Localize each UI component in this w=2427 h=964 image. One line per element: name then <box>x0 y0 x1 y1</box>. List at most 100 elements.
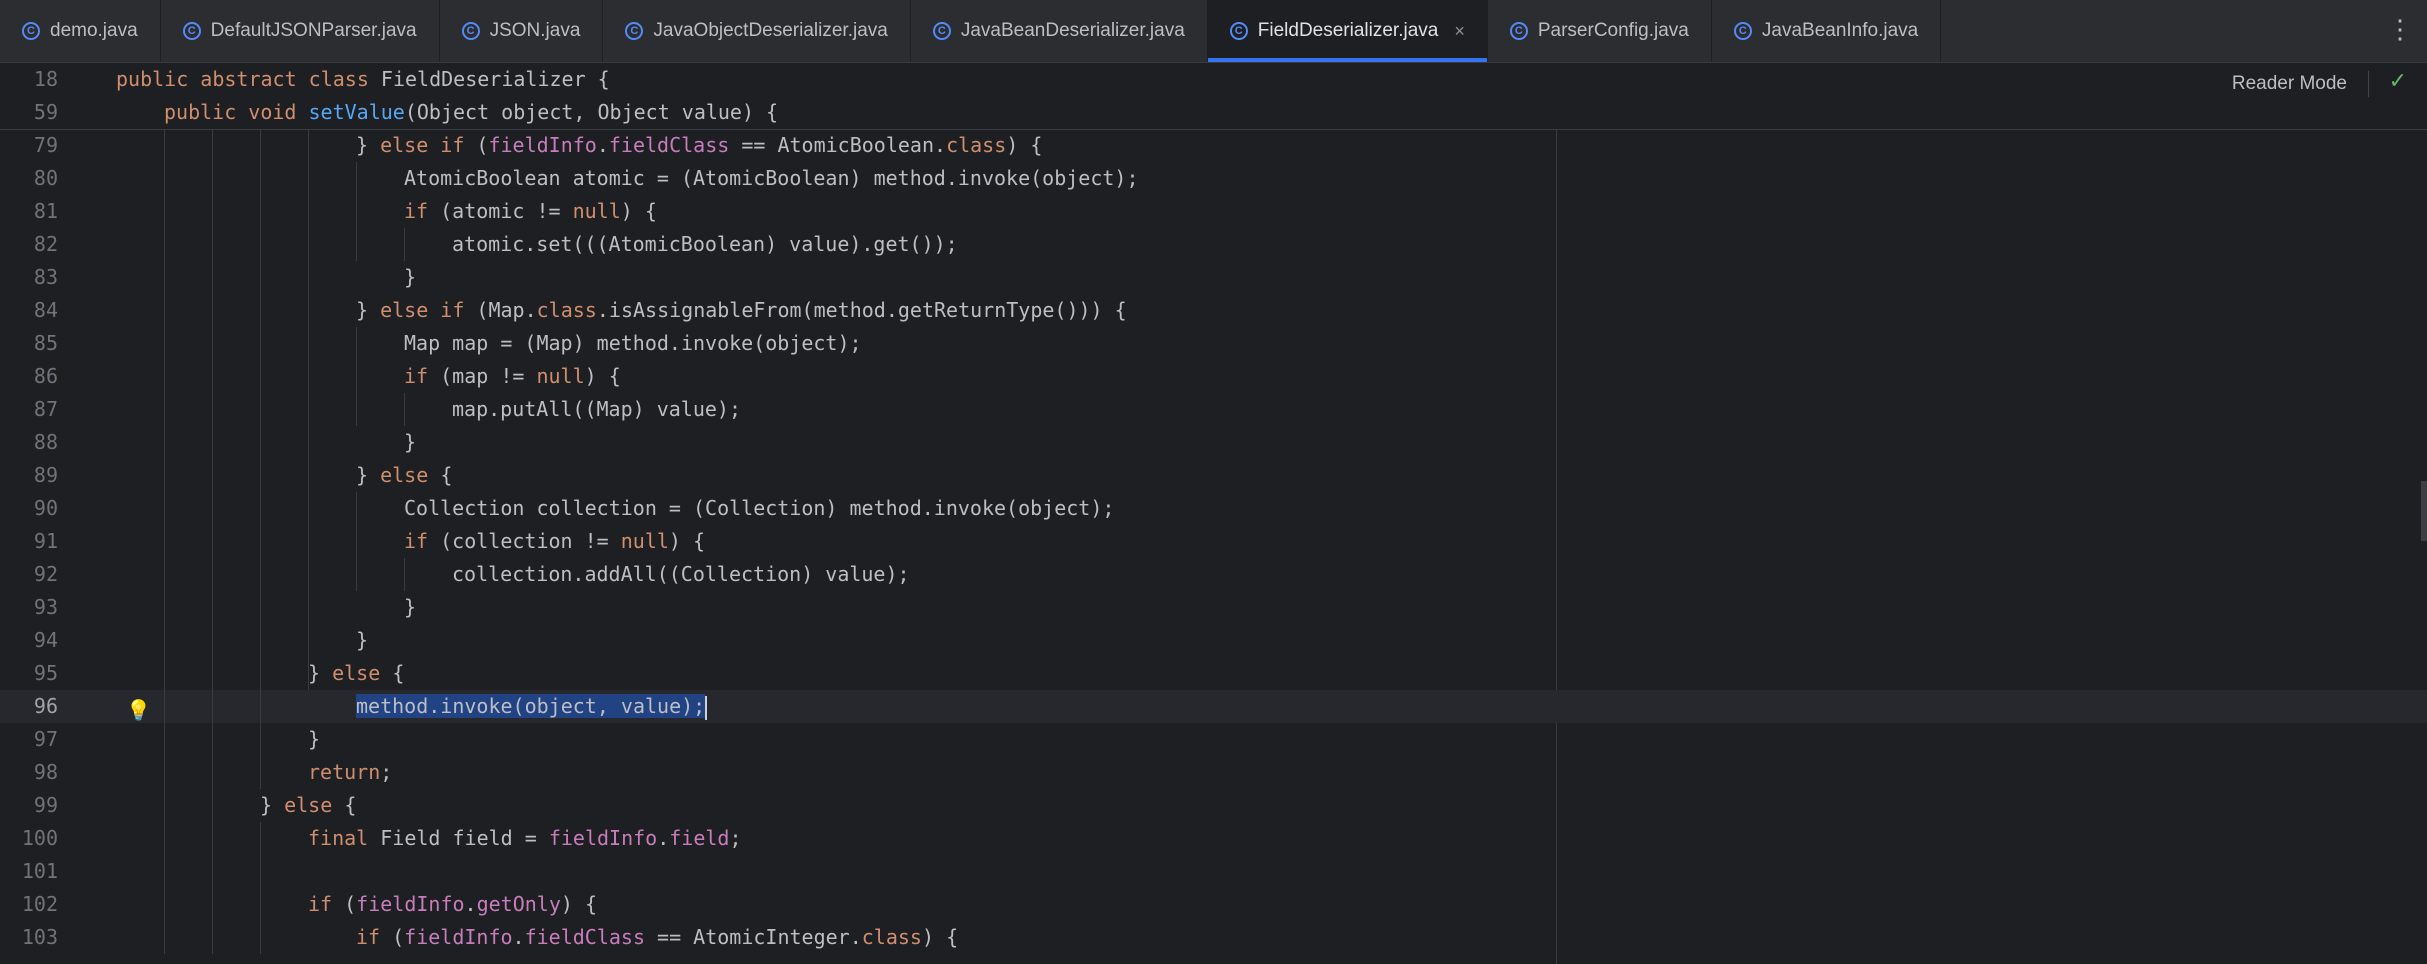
code-line[interactable]: 81 if (atomic != null) { <box>0 195 2427 228</box>
tab-overflow-menu-icon[interactable]: ⋮ <box>2387 14 2413 44</box>
line-number[interactable]: 91 <box>0 525 58 558</box>
line-number[interactable]: 101 <box>0 855 58 888</box>
tab-demo[interactable]: Cdemo.java <box>0 0 161 62</box>
code-text: if (map != null) { <box>404 360 621 393</box>
line-number[interactable]: 95 <box>0 657 58 690</box>
line-number[interactable]: 97 <box>0 723 58 756</box>
code-line[interactable]: 91 if (collection != null) { <box>0 525 2427 558</box>
code-token: (atomic != <box>440 199 573 223</box>
code-line[interactable]: 95} else { <box>0 657 2427 690</box>
code-token: ; <box>729 826 742 850</box>
code-line[interactable]: 59 public void setValue(Object object, Ob… <box>0 96 2427 129</box>
line-number[interactable]: 82 <box>0 228 58 261</box>
code-line[interactable]: 96 💡 method.invoke(object, value); <box>0 690 2427 723</box>
code-line[interactable]: 97} <box>0 723 2427 756</box>
line-number[interactable]: 81 <box>0 195 58 228</box>
code-token: } <box>404 595 417 619</box>
code-line[interactable]: 84} else if (Map.class.isAssignableFrom(… <box>0 294 2427 327</box>
line-number[interactable]: 79 <box>0 129 58 162</box>
code-token: if <box>404 199 441 223</box>
code-line[interactable]: 103 if (fieldInfo.fieldClass == AtomicInt… <box>0 921 2427 954</box>
line-number[interactable]: 87 <box>0 393 58 426</box>
code-line[interactable]: 98 return; <box>0 756 2427 789</box>
code-line[interactable]: 93} <box>0 591 2427 624</box>
tab-javaobjectdeserializer[interactable]: C JavaObjectDeserializer.java <box>603 0 911 62</box>
code-line[interactable]: 83} <box>0 261 2427 294</box>
code-line[interactable]: 89 } else { <box>0 459 2427 492</box>
line-number[interactable]: 92 <box>0 558 58 591</box>
code-line[interactable]: 90 Collection collection = (Collection) m… <box>0 492 2427 525</box>
code-token: } <box>260 793 285 817</box>
check-icon[interactable]: ✓ <box>2389 69 2407 94</box>
close-icon[interactable]: × <box>1454 21 1465 42</box>
code-text: return; <box>308 756 392 789</box>
line-number[interactable]: 18 <box>0 63 58 96</box>
code-line[interactable]: 82 atomic.set(((AtomicBoolean) value).get… <box>0 228 2427 261</box>
tab-json[interactable]: C JSON.java <box>440 0 604 62</box>
line-number[interactable]: 83 <box>0 261 58 294</box>
toolbar-divider <box>2368 71 2369 97</box>
code-line[interactable]: 86 if (map != null) { <box>0 360 2427 393</box>
code-line[interactable]: 80 AtomicBoolean atomic = (AtomicBoolean)… <box>0 162 2427 195</box>
java-class-icon: C <box>932 22 951 40</box>
tab-label: JavaBeanDeserializer.java <box>960 20 1185 41</box>
code-line[interactable]: 79 } else if (fieldInfo.fieldClass == Ato… <box>0 129 2427 162</box>
code-token: . <box>657 826 670 850</box>
java-class-icon: C <box>182 22 201 40</box>
line-number[interactable]: 59 <box>0 96 58 129</box>
code-line[interactable]: 18 public abstract class FieldDeserialize… <box>0 63 2427 96</box>
code-editor[interactable]: 18 public abstract class FieldDeserialize… <box>0 63 2427 964</box>
sticky-scroll-header[interactable]: 18 public abstract class FieldDeserialize… <box>0 63 2427 130</box>
tab-label: ParserConfig.java <box>1537 20 1689 41</box>
tab-fielddeserializer[interactable]: C FieldDeserializer.java × <box>1207 0 1488 62</box>
code-token: setValue <box>308 100 405 124</box>
code-token: Collection collection = (Collection) met… <box>404 496 1115 520</box>
line-number[interactable]: 84 <box>0 294 58 327</box>
code-text: method.invoke(object, value); <box>356 690 708 723</box>
tab-parserconfig[interactable]: C ParserConfig.java <box>1488 0 1712 62</box>
code-line[interactable]: 85 Map map = (Map) method.invoke(object); <box>0 327 2427 360</box>
code-text: if (collection != null) { <box>404 525 705 558</box>
code-token: . <box>596 133 609 157</box>
code-line[interactable]: 101 <box>0 855 2427 888</box>
code-line[interactable]: 94} <box>0 624 2427 657</box>
line-number[interactable]: 98 <box>0 756 58 789</box>
line-number[interactable]: 103 <box>0 921 58 954</box>
code-line[interactable]: 92 collection.addAll((Collection) value); <box>0 558 2427 591</box>
line-number[interactable]: 94 <box>0 624 58 657</box>
code-token: return <box>308 760 381 784</box>
code-token: ) { <box>620 199 657 223</box>
code-text: public void setValue(Object object, Obje… <box>164 96 778 129</box>
code-text: } else if (fieldInfo.fieldClass == Atomi… <box>356 129 1042 162</box>
line-number[interactable]: 90 <box>0 492 58 525</box>
line-number[interactable]: 88 <box>0 426 58 459</box>
code-token: } <box>404 265 417 289</box>
line-number[interactable]: 80 <box>0 162 58 195</box>
code-line[interactable]: 100 final Field field = fieldInfo.field; <box>0 822 2427 855</box>
line-number[interactable]: 86 <box>0 360 58 393</box>
code-text: } else { <box>356 459 452 492</box>
code-text: if (fieldInfo.getOnly) { <box>308 888 597 921</box>
line-number[interactable]: 99 <box>0 789 58 822</box>
indent-guide <box>308 129 309 690</box>
code-text: } <box>308 723 320 756</box>
code-token: } <box>356 463 381 487</box>
line-number[interactable]: 93 <box>0 591 58 624</box>
line-number[interactable]: 102 <box>0 888 58 921</box>
tab-javabeaninfo[interactable]: C JavaBeanInfo.java <box>1712 0 1942 62</box>
code-line[interactable]: 102 if (fieldInfo.getOnly) { <box>0 888 2427 921</box>
code-line[interactable]: 87 map.putAll((Map) value); <box>0 393 2427 426</box>
tab-javabeandeserializer[interactable]: C JavaBeanDeserializer.java <box>911 0 1208 62</box>
code-line[interactable]: 99} else { <box>0 789 2427 822</box>
tab-label: JSON.java <box>489 20 581 41</box>
java-class-icon: C <box>1509 22 1528 40</box>
line-number[interactable]: 85 <box>0 327 58 360</box>
tab-defaultjsonparser[interactable]: C DefaultJSONParser.java <box>161 0 440 62</box>
reader-mode-button[interactable]: Reader Mode <box>2232 67 2347 100</box>
line-number[interactable]: 100 <box>0 822 58 855</box>
line-number[interactable]: 89 <box>0 459 58 492</box>
code-text: } <box>404 591 416 624</box>
line-number[interactable]: 96 <box>0 690 58 723</box>
code-line[interactable]: 88} <box>0 426 2427 459</box>
code-token: fieldInfo <box>488 133 597 157</box>
